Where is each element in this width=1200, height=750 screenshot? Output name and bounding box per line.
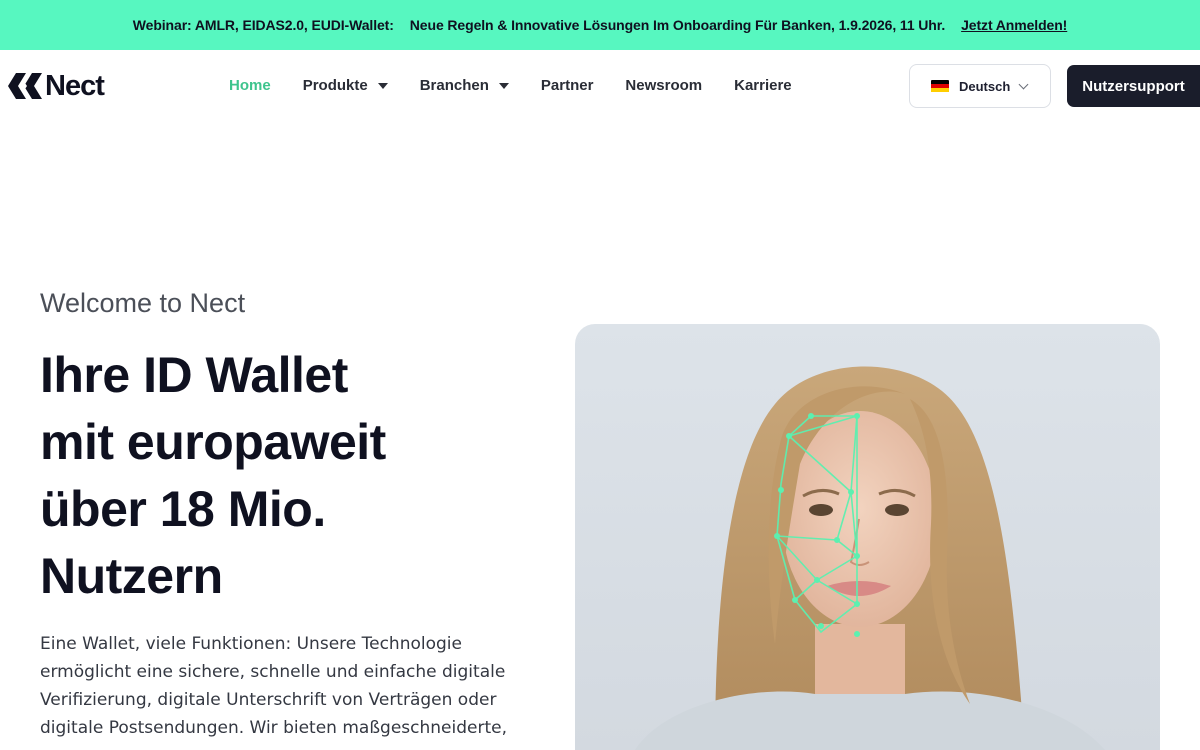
headline-line: Nutzern — [40, 548, 223, 604]
main-nav: Home Produkte Branchen Partner Newsroom … — [229, 76, 824, 96]
nav-item-label: Partner — [540, 77, 594, 94]
banner-event-title: Webinar: AMLR, EIDAS2.0, EUDI-Wallet: — [132, 17, 394, 33]
nav-item-home[interactable]: Home — [229, 76, 271, 96]
headline-line: mit europaweit — [40, 414, 386, 470]
nav-item-partner[interactable]: Partner — [541, 76, 594, 96]
nect-logo-icon — [8, 73, 42, 99]
hero-eyebrow: Welcome to Nect — [40, 288, 246, 318]
headline-line: Ihre ID Wallet — [40, 347, 348, 403]
nav-item-label: Karriere — [734, 77, 792, 94]
headline-line: über 18 Mio. — [40, 481, 326, 537]
caret-down-icon — [377, 83, 388, 89]
hero-image — [575, 324, 1160, 750]
nav-item-produkte[interactable]: Produkte — [303, 76, 388, 96]
site-header: Nect Home Produkte Branchen Partner News… — [0, 50, 1200, 124]
chevron-down-icon — [1018, 79, 1029, 89]
banner-register-link[interactable]: Jetzt Anmelden! — [961, 17, 1067, 33]
caret-down-icon — [498, 83, 509, 89]
logo-wordmark: Nect — [45, 70, 105, 102]
nav-item-karriere[interactable]: Karriere — [734, 76, 792, 96]
language-label: Deutsch — [959, 78, 1011, 94]
nav-item-newsroom[interactable]: Newsroom — [625, 76, 702, 96]
nav-item-label: Home — [229, 77, 271, 94]
nav-item-branchen[interactable]: Branchen — [420, 76, 509, 96]
nav-item-label: Newsroom — [625, 77, 703, 94]
nav-item-label: Produkte — [302, 77, 368, 94]
nect-logo[interactable]: Nect — [8, 70, 105, 102]
german-flag-icon — [931, 79, 949, 93]
hero-body-text: Eine Wallet, viele Funktionen: Unsere Te… — [40, 634, 507, 738]
banner-text: Neue Regeln & Innovative Lösungen Im Onb… — [409, 17, 946, 33]
language-selector[interactable]: Deutsch — [909, 64, 1051, 108]
face-scan-illustration — [635, 366, 1105, 750]
nav-item-label: Branchen — [419, 77, 489, 94]
hero-headline: Ihre ID Wallet mit europaweit über 18 Mi… — [40, 342, 480, 610]
support-button[interactable]: Nutzersupport — [1067, 65, 1200, 107]
announcement-banner: Webinar: AMLR, EIDAS2.0, EUDI-Wallet: Ne… — [0, 0, 1200, 50]
